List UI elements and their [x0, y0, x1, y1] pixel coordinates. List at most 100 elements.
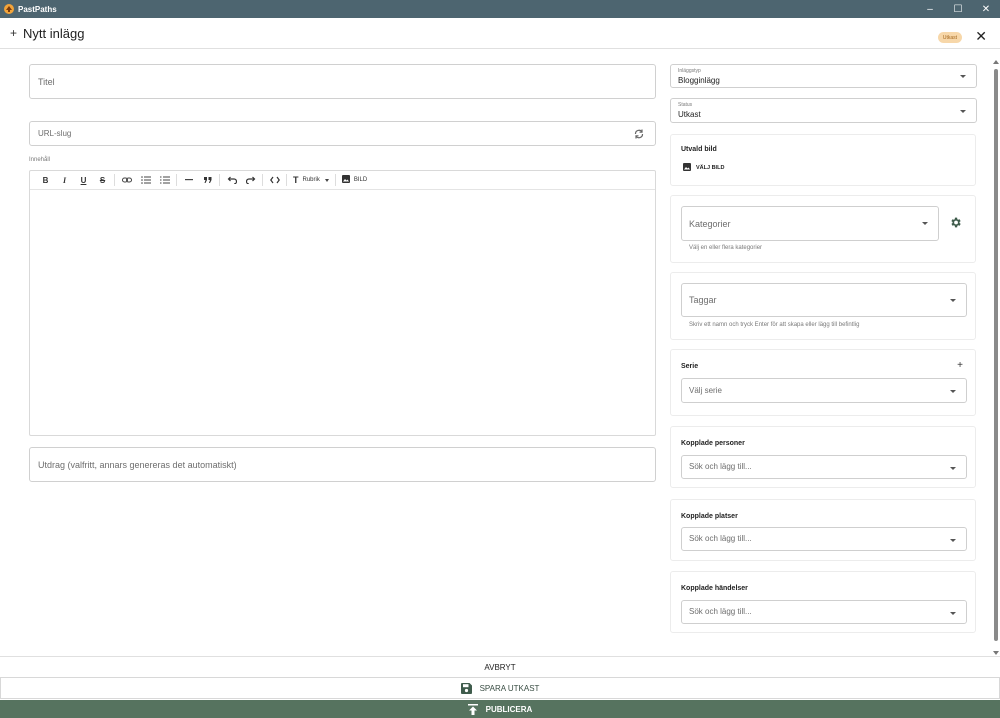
linked-places-card: Kopplade platser Sök och lägg till... [670, 499, 976, 561]
editor-toolbar: B I U S T Rubrik BILD [30, 171, 655, 190]
window-close-icon[interactable]: ✕ [972, 0, 1000, 18]
code-icon[interactable] [265, 171, 284, 190]
minimize-icon[interactable]: – [916, 0, 944, 18]
insert-image-label: BILD [353, 177, 368, 183]
save-draft-label: SPARA UTKAST [479, 683, 540, 693]
linked-events-card: Kopplade händelser Sök och lägg till... [670, 571, 976, 633]
tags-placeholder: Taggar [689, 295, 717, 305]
title-placeholder: Titel [38, 77, 55, 87]
window-controls: – ☐ ✕ [916, 0, 1000, 18]
toolbar-divider [176, 174, 177, 186]
toolbar-divider [334, 174, 336, 186]
categories-select[interactable]: Kategorier [681, 206, 939, 241]
quote-icon[interactable] [198, 171, 217, 190]
chevron-down-icon [950, 612, 956, 615]
publish-button[interactable]: PUBLICERA [0, 700, 1000, 718]
linked-events-title: Kopplade händelser [681, 585, 748, 592]
tags-input[interactable]: Taggar [681, 283, 967, 317]
strikethrough-icon[interactable]: S [93, 171, 112, 190]
page-title: Nytt inlägg [23, 25, 85, 41]
post-type-value: Blogginlägg [678, 76, 720, 85]
status-value: Utkast [678, 110, 701, 119]
numbered-list-icon[interactable] [155, 171, 174, 190]
cancel-button[interactable]: AVBRYT [0, 656, 1000, 677]
save-icon [460, 682, 472, 694]
post-type-select[interactable]: Inläggstyp Blogginlägg [670, 64, 977, 88]
scroll-down-icon[interactable] [993, 651, 999, 655]
toolbar-divider [114, 174, 115, 186]
series-placeholder: Välj serie [689, 386, 722, 395]
app-name: PastPaths [18, 4, 57, 14]
toolbar-divider [262, 174, 263, 186]
close-icon[interactable]: ✕ [975, 29, 987, 43]
linked-people-card: Kopplade personer Sök och lägg till... [670, 426, 976, 488]
chevron-down-icon [960, 75, 966, 78]
linked-places-search[interactable]: Sök och lägg till... [681, 527, 967, 551]
scroll-up-icon[interactable] [993, 60, 999, 64]
tags-hint: Skriv ett namn och tryck Enter för att s… [689, 322, 860, 328]
title-field[interactable]: Titel [29, 64, 656, 99]
toolbar-divider [286, 174, 287, 186]
slug-placeholder: URL-slug [38, 129, 72, 138]
refresh-icon[interactable] [633, 127, 645, 145]
chevron-down-icon [922, 222, 928, 225]
image-icon [341, 175, 350, 185]
italic-icon[interactable]: I [55, 171, 74, 190]
add-series-icon[interactable]: + [957, 360, 963, 371]
categories-placeholder: Kategorier [689, 219, 731, 229]
link-icon[interactable] [117, 171, 136, 190]
save-draft-button[interactable]: SPARA UTKAST [0, 677, 1000, 699]
publish-icon [467, 703, 478, 715]
categories-card: Kategorier Välj en eller flera kategorie… [670, 195, 976, 263]
series-select[interactable]: Välj serie [681, 378, 967, 403]
redo-icon[interactable] [241, 171, 260, 190]
maximize-icon[interactable]: ☐ [944, 0, 972, 18]
excerpt-field[interactable]: Utdrag (valfritt, annars genereras det a… [29, 447, 656, 482]
gear-icon[interactable] [949, 216, 962, 234]
toolbar-divider [219, 174, 220, 186]
series-title: Serie [681, 363, 699, 370]
linked-places-placeholder: Sök och lägg till... [689, 534, 752, 543]
chevron-down-icon [960, 110, 966, 113]
status-select[interactable]: Status Utkast [670, 98, 977, 123]
chevron-down-icon [950, 539, 956, 542]
chevron-down-icon [950, 299, 956, 302]
scrollbar-thumb[interactable] [994, 69, 998, 641]
scrollbar[interactable] [991, 55, 1000, 655]
choose-image-label: VÄLJ BILD [696, 165, 725, 171]
insert-image-button[interactable]: BILD [338, 171, 371, 190]
content-label: Innehåll [29, 157, 51, 163]
window-titlebar: PastPaths – ☐ ✕ [0, 0, 1000, 18]
linked-people-placeholder: Sök och lägg till... [689, 462, 752, 471]
rich-text-editor[interactable]: B I U S T Rubrik BILD [29, 170, 656, 436]
underline-icon[interactable]: U [74, 171, 93, 190]
bold-icon[interactable]: B [36, 171, 55, 190]
linked-events-placeholder: Sök och lägg till... [689, 607, 752, 616]
chevron-down-icon [950, 467, 956, 470]
excerpt-placeholder: Utdrag (valfritt, annars genereras det a… [38, 460, 237, 470]
horizontal-rule-icon[interactable] [179, 171, 198, 190]
post-type-label: Inläggstyp [678, 68, 701, 74]
plus-icon: + [10, 26, 18, 40]
heading-dropdown[interactable]: T Rubrik [289, 171, 333, 190]
linked-people-title: Kopplade personer [681, 440, 745, 447]
series-card: Serie + Välj serie [670, 349, 976, 416]
undo-icon[interactable] [222, 171, 241, 190]
featured-image-title: Utvald bild [681, 146, 717, 153]
chevron-down-icon [324, 178, 329, 182]
heading-dropdown-label: Rubrik [302, 177, 320, 183]
linked-places-title: Kopplade platser [681, 513, 738, 520]
categories-hint: Välj en eller flera kategorier [689, 245, 763, 251]
image-icon [683, 163, 691, 173]
featured-image-card: Utvald bild VÄLJ BILD [670, 134, 976, 186]
text-format-icon: T [293, 175, 299, 185]
app-logo-icon [4, 4, 14, 14]
linked-events-search[interactable]: Sök och lägg till... [681, 600, 967, 624]
tags-card: Taggar Skriv ett namn och tryck Enter fö… [670, 272, 976, 340]
bullet-list-icon[interactable] [136, 171, 155, 190]
publish-label: PUBLICERA [485, 704, 533, 714]
choose-image-button[interactable]: VÄLJ BILD [683, 163, 724, 173]
status-badge: Utkast [937, 32, 962, 43]
linked-people-search[interactable]: Sök och lägg till... [681, 455, 967, 479]
slug-field[interactable]: URL-slug [29, 121, 656, 146]
